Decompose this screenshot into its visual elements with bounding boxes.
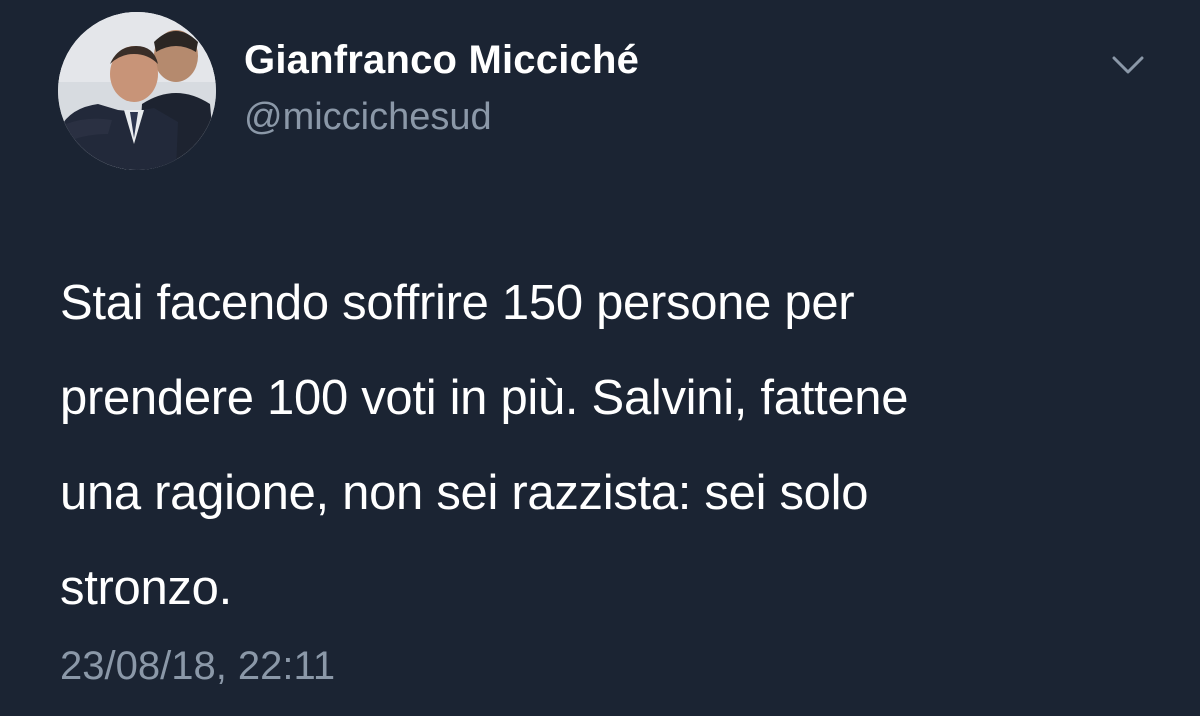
tweet-timestamp[interactable]: 23/08/18, 22:11 (60, 644, 335, 689)
user-handle[interactable]: @miccichesud (244, 96, 492, 139)
tweet-text-line: stronzo. (60, 561, 232, 615)
tweet-text-line: una ragione, non sei razzista: sei solo (60, 466, 869, 520)
avatar-photo-icon (58, 12, 216, 170)
tweet-text-line: prendere 100 voti in più. Salvini, fatte… (60, 371, 909, 425)
tweet-text-line: Stai facendo soffrire 150 persone per (60, 276, 855, 330)
chevron-down-icon[interactable] (1106, 48, 1150, 84)
tweet-text: Stai facendo soffrire 150 persone per pr… (60, 256, 1150, 636)
avatar[interactable] (58, 12, 216, 170)
tweet-card: Gianfranco Micciché @miccichesud Stai fa… (0, 0, 1200, 716)
display-name[interactable]: Gianfranco Micciché (244, 38, 639, 83)
